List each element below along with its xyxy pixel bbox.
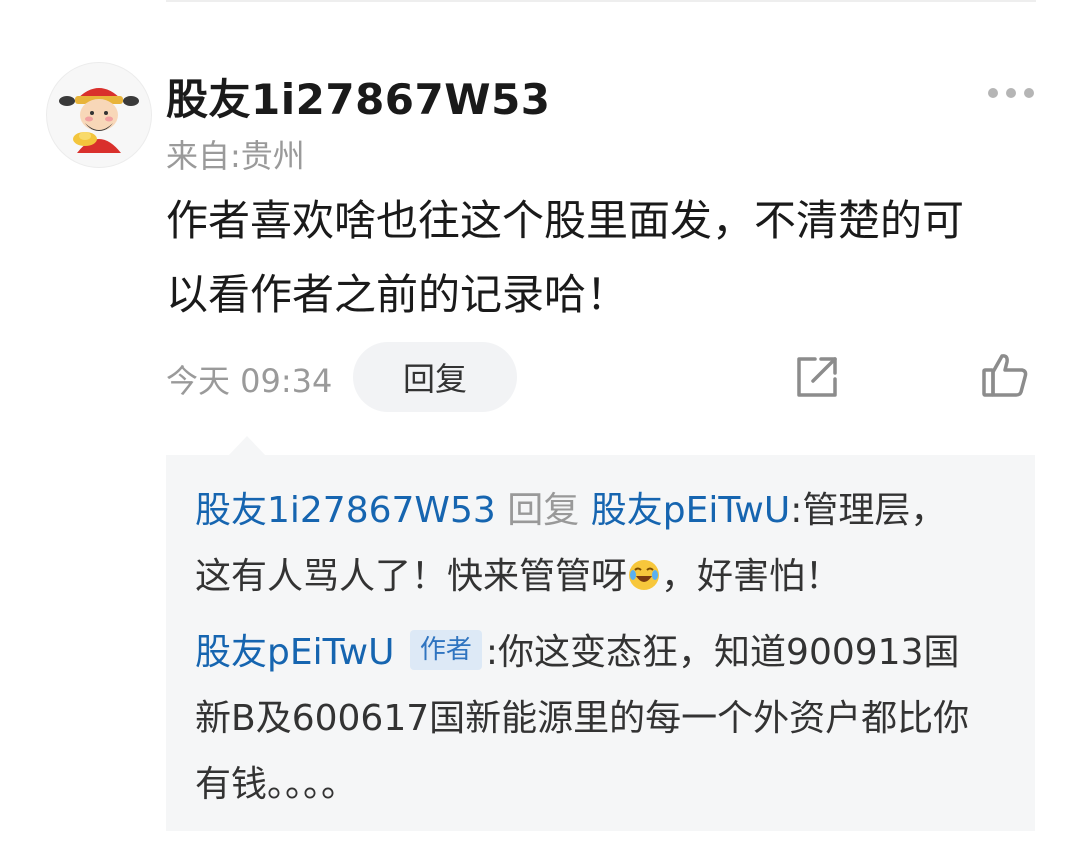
reply-author[interactable]: 股友1i27867W53 <box>195 490 496 531</box>
comment-username[interactable]: 股友1i27867W53 <box>166 66 551 127</box>
reply-target[interactable]: 股友pEiTwU <box>591 490 790 531</box>
reply-text: 你这变态狂，知道900913国 <box>498 632 960 673</box>
reply-button[interactable]: 回复 <box>353 342 517 412</box>
avatar-god-of-wealth-icon <box>59 88 139 153</box>
reply-author[interactable]: 股友pEiTwU <box>195 632 394 673</box>
author-badge: 作者 <box>409 630 482 670</box>
reply-text: ，好害怕！ <box>661 556 842 597</box>
reply-list: 股友1i27867W53 回复 股友pEiTwU:管理层， 这有人骂人了！快来管… <box>195 478 1025 818</box>
reply-text-line: 这有人骂人了！快来管管呀 ，好害怕！ <box>195 544 1025 610</box>
top-divider <box>166 0 1036 2</box>
comment-text: 作者喜欢啥也往这个股里面发，不清楚的可 以看作者之前的记录哈！ <box>166 184 1036 332</box>
reply-word: 回复 <box>507 490 580 531</box>
thumbs-up-icon[interactable] <box>980 350 1030 400</box>
reply-box-pointer <box>228 436 266 456</box>
reply-separator: : <box>790 490 803 531</box>
reply-text-line: 有钱。。。。 <box>195 764 358 805</box>
share-icon[interactable] <box>793 353 841 401</box>
comment-location: 来自:贵州 <box>166 137 305 175</box>
crying-laughing-emoji-icon <box>629 560 660 590</box>
comment-text-line: 作者喜欢啥也往这个股里面发，不清楚的可 <box>166 196 965 245</box>
reply-text-line: 新B及600617国新能源里的每一个外资户都比你 <box>195 698 970 739</box>
reply-separator: : <box>485 632 499 673</box>
reply-text: 管理层， <box>802 490 947 531</box>
comment-text-line: 以看作者之前的记录哈！ <box>166 270 629 319</box>
more-dots-icon[interactable] <box>982 80 1038 106</box>
reply-item: 股友pEiTwU 作者:你这变态狂，知道900913国 <box>195 620 1025 686</box>
reply-text: 这有人骂人了！快来管管呀 <box>195 556 628 597</box>
avatar[interactable] <box>46 62 152 168</box>
reply-item: 股友1i27867W53 回复 股友pEiTwU:管理层， <box>195 478 1025 544</box>
comment-timestamp: 今天 09:34 <box>166 362 333 400</box>
